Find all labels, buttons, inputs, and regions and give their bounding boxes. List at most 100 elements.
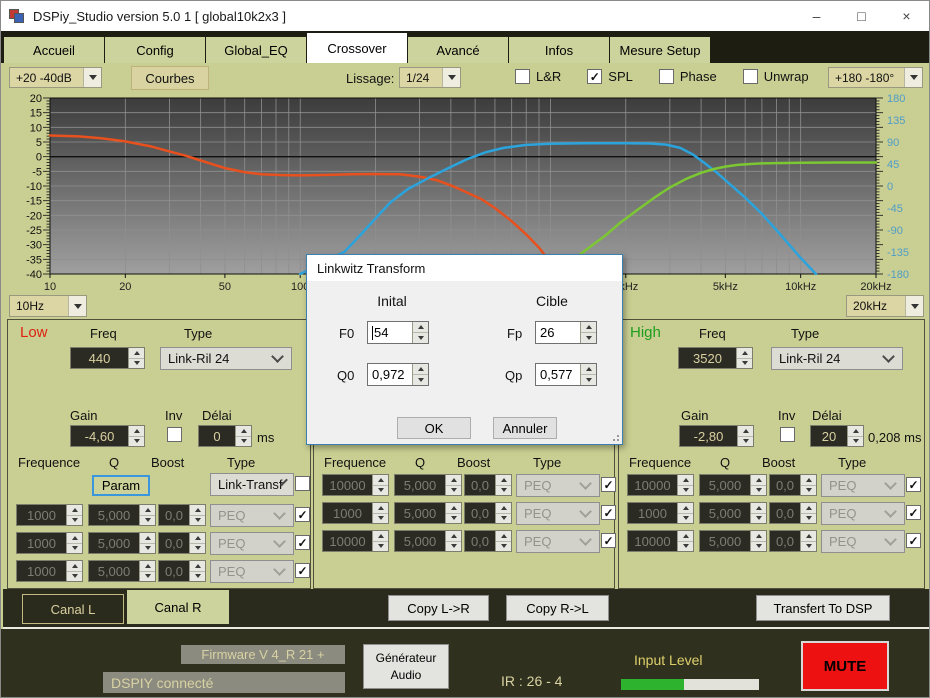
spin-up-icon[interactable] [129, 426, 144, 437]
dropdown-arrow-icon[interactable] [83, 68, 101, 87]
freq-max-select[interactable]: 20kHz [846, 295, 924, 317]
f0-field-value[interactable]: 54 [368, 322, 412, 343]
spin-down-icon[interactable] [738, 437, 753, 447]
high-freq-field-value[interactable]: 3520 [679, 348, 736, 368]
high-inv-checkbox[interactable] [780, 427, 795, 442]
low-delay-field-value[interactable]: 0 [199, 426, 235, 446]
tab-config[interactable]: Config [105, 37, 205, 63]
eq-boost-field-value: 0,0 [465, 475, 495, 495]
close-button[interactable]: × [884, 1, 929, 31]
dropdown-arrow-icon[interactable] [904, 68, 922, 87]
spin-down-icon[interactable] [413, 375, 428, 385]
tab-accueil[interactable]: Accueil [4, 37, 104, 63]
high-type-select[interactable]: Link-Ril 24 [771, 347, 903, 370]
high-delay-field-value[interactable]: 20 [811, 426, 847, 446]
eq-q-field-spinner [445, 531, 461, 551]
lissage-select[interactable]: 1/24 [399, 67, 461, 88]
generateur-audio-button[interactable]: Générateur Audio [363, 644, 449, 689]
eq-enable-checkbox[interactable]: ✓ [295, 507, 310, 522]
spin-down-icon[interactable] [236, 437, 251, 447]
mute-button[interactable]: MUTE [801, 641, 889, 691]
freq-min-select[interactable]: 10Hz [9, 295, 87, 317]
eq-enable-checkbox[interactable]: ✓ [906, 477, 921, 492]
eq-enable-checkbox[interactable]: ✓ [906, 533, 921, 548]
db-range-select[interactable]: +20 -40dB [9, 67, 102, 88]
param-button[interactable]: Param [92, 475, 150, 496]
low-gain-field-value[interactable]: -4,60 [71, 426, 128, 446]
eq-q-field: 5,000 [88, 532, 156, 554]
tab-avanc-[interactable]: Avancé [408, 37, 508, 63]
chevron-down-icon [273, 563, 286, 576]
courbes-button[interactable]: Courbes [131, 66, 209, 90]
transfer-to-dsp-button[interactable]: Transfert To DSP [756, 595, 890, 621]
eq-param-type-select[interactable]: Link-Transf [210, 473, 294, 496]
spin-down-icon[interactable] [129, 359, 144, 369]
spin-up-icon[interactable] [413, 322, 428, 333]
ok-button[interactable]: OK [397, 417, 471, 439]
eq-type-select-value: PEQ [211, 564, 245, 579]
tab-mesure-setup[interactable]: Mesure Setup [610, 37, 710, 63]
minimize-button[interactable]: – [794, 1, 839, 31]
spin-down-icon[interactable] [413, 333, 428, 343]
eq-boost-field-spinner [800, 531, 816, 551]
copy-r-to-l-button[interactable]: Copy R->L [506, 595, 609, 621]
spin-up-icon[interactable] [848, 426, 863, 437]
spin-down-icon[interactable] [848, 437, 863, 447]
eq-boost-field: 0,0 [769, 474, 817, 496]
spin-up-icon[interactable] [737, 348, 752, 359]
low-freq-field-value[interactable]: 440 [71, 348, 128, 368]
dropdown-arrow-icon[interactable] [905, 296, 923, 316]
tab-canal-l[interactable]: Canal L [22, 594, 124, 624]
phase-range-select[interactable]: +180 -180° [828, 67, 923, 88]
tab-infos[interactable]: Infos [509, 37, 609, 63]
spin-up-icon[interactable] [738, 426, 753, 437]
cancel-button[interactable]: Annuler [493, 417, 557, 439]
maximize-button[interactable]: □ [839, 1, 884, 31]
checkbox-spl[interactable]: ✓ [587, 69, 602, 84]
eq-enable-checkbox[interactable]: ✓ [601, 505, 616, 520]
spin-up-icon[interactable] [581, 364, 596, 375]
eq-enable-checkbox[interactable]: ✓ [906, 505, 921, 520]
spin-up-icon[interactable] [236, 426, 251, 437]
spin-up-icon [190, 561, 205, 572]
eq-freq-field-spinner [677, 475, 693, 495]
checkbox-phase[interactable] [659, 69, 674, 84]
spin-up-icon[interactable] [129, 348, 144, 359]
copy-l-to-r-button[interactable]: Copy L->R [388, 595, 489, 621]
eq-enable-checkbox[interactable]: ✓ [601, 533, 616, 548]
tab-crossover[interactable]: Crossover [307, 33, 407, 63]
fp-field-value[interactable]: 26 [536, 322, 580, 343]
dropdown-arrow-icon[interactable] [68, 296, 86, 316]
eq-enable-checkbox[interactable]: ✓ [601, 477, 616, 492]
qp-field-value[interactable]: 0,577 [536, 364, 580, 385]
resize-grip[interactable] [610, 432, 619, 441]
eq-type-select: PEQ [821, 530, 905, 553]
spin-down-icon[interactable] [737, 359, 752, 369]
tab-canal-r[interactable]: Canal R [127, 590, 229, 624]
spin-up-icon[interactable] [581, 322, 596, 333]
spin-up-icon [496, 503, 511, 514]
eq-enable-checkbox[interactable]: ✓ [295, 563, 310, 578]
spin-up-icon [801, 475, 816, 486]
eq-freq-field-value: 1000 [17, 533, 66, 553]
svg-text:-90: -90 [887, 225, 903, 237]
eq-param-checkbox[interactable] [295, 476, 310, 491]
dropdown-arrow-icon[interactable] [442, 68, 460, 87]
tab-global-eq[interactable]: Global_EQ [206, 37, 306, 63]
q0-field-value[interactable]: 0,972 [368, 364, 412, 385]
eq-type-select-value: PEQ [517, 506, 551, 521]
chevron-down-icon [271, 350, 284, 363]
high-gain-field-value[interactable]: -2,80 [680, 426, 737, 446]
checkbox-unwrap[interactable] [743, 69, 758, 84]
low-type-select[interactable]: Link-Ril 24 [160, 347, 292, 370]
checkbox-l-r[interactable] [515, 69, 530, 84]
spin-down-icon[interactable] [581, 375, 596, 385]
spin-up-icon[interactable] [413, 364, 428, 375]
window-title: DSPiy_Studio version 5.0 1 [ global10k2x… [33, 9, 794, 24]
low-inv-checkbox[interactable] [167, 427, 182, 442]
eq-enable-checkbox[interactable]: ✓ [295, 535, 310, 550]
spin-down-icon[interactable] [581, 333, 596, 343]
low-delay-unit: ms [257, 430, 274, 445]
spin-down-icon[interactable] [129, 437, 144, 447]
eq-freq-field-spinner [372, 531, 388, 551]
